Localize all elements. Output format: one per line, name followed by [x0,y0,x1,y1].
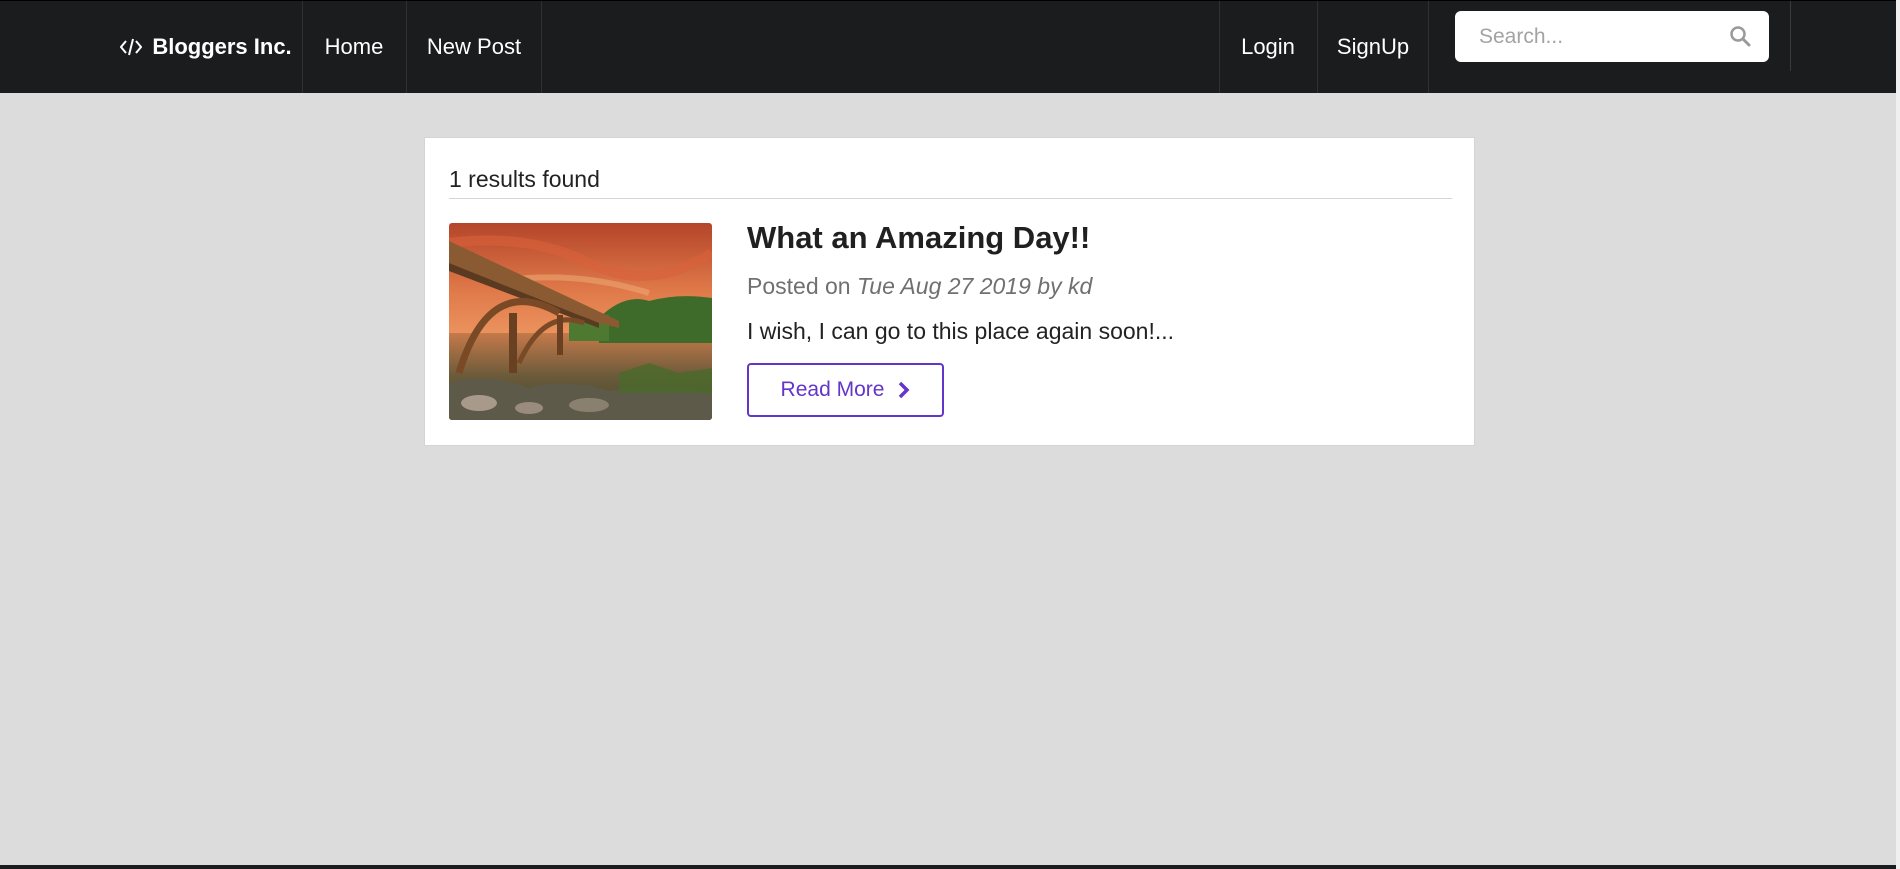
code-icon [120,38,143,56]
results-count: 1 results found [449,166,600,192]
bottom-strip [0,865,1896,869]
search-input[interactable] [1477,23,1711,50]
nav-separator [302,1,303,93]
search-icon[interactable] [1729,25,1751,52]
nav-signup[interactable]: SignUp [1317,1,1429,93]
nav-separator [1219,1,1220,93]
read-more-button[interactable]: Read More [747,363,944,417]
read-more-label: Read More [780,378,885,401]
post-thumbnail[interactable] [449,223,712,420]
divider [449,198,1452,199]
nav-signup-label: SignUp [1336,34,1410,59]
search-box [1455,11,1769,62]
nav-separator [1428,1,1429,93]
post-date-author: Tue Aug 27 2019 by kd [856,273,1093,299]
nav-login-label: Login [1241,34,1295,59]
post-excerpt: I wish, I can go to this place again soo… [747,318,1175,344]
search-results-card: 1 results found What an Amazing Day!! Po… [424,137,1475,446]
nav-separator [541,1,542,93]
brand-label: Bloggers Inc. [152,34,292,59]
nav-new-post[interactable]: New Post [406,1,542,93]
nav-login[interactable]: Login [1219,1,1317,93]
scrollbar[interactable] [1896,0,1900,869]
nav-separator [1317,1,1318,93]
brand-link[interactable]: Bloggers Inc. [110,1,302,93]
navbar: Bloggers Inc. Home New Post Login SignUp [0,0,1896,93]
nav-home-label: Home [324,34,384,59]
nav-separator [406,1,407,93]
nav-separator [1790,1,1791,71]
bridge-sunset-image [449,223,712,420]
chevron-right-icon [898,381,910,399]
nav-new-post-label: New Post [426,34,522,59]
post-meta: Posted on Tue Aug 27 2019 by kd [747,273,1092,300]
nav-home[interactable]: Home [302,1,406,93]
post-meta-prefix: Posted on [747,273,857,299]
post-title[interactable]: What an Amazing Day!! [747,220,1090,256]
